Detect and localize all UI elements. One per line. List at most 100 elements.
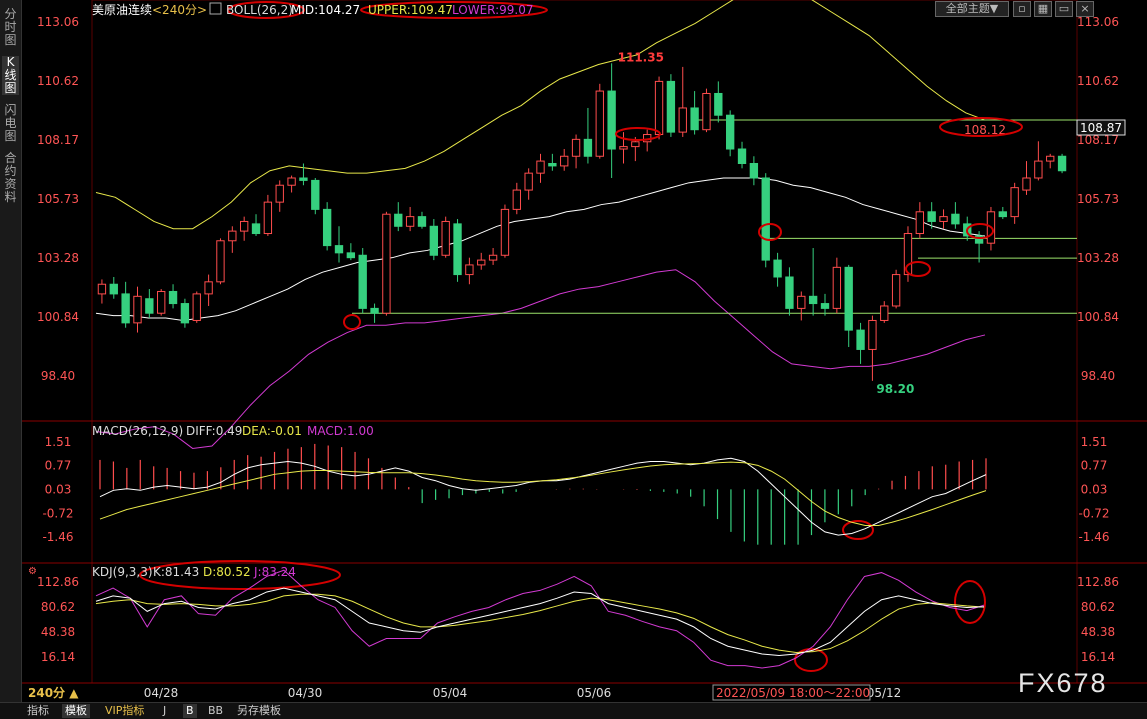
candle-body	[405, 216, 415, 227]
left-sidebar: 分时图 K线图 闪电图 合约资料	[0, 0, 22, 702]
macd-tick-right: -1.46	[1078, 530, 1109, 544]
close-icon[interactable]: ×	[1076, 1, 1094, 17]
macd-tick-right: 0.77	[1081, 459, 1108, 473]
price-tick-right: 105.73	[1077, 192, 1119, 206]
theme-select-button[interactable]: 全部主题▼	[935, 1, 1009, 17]
candle-body	[417, 216, 427, 227]
bottom-toolbar: 指标 模板 VIP指标 J B BB 另存模板	[0, 702, 1147, 719]
macd-tick-left: 0.77	[45, 459, 72, 473]
candle-body	[702, 92, 711, 131]
candle-body	[334, 245, 344, 254]
save-template-button[interactable]: 另存模板	[234, 704, 284, 718]
candle-body	[346, 252, 356, 259]
candle-body	[311, 179, 320, 210]
candle-body	[358, 254, 367, 309]
candle-body	[619, 146, 628, 150]
candle-body	[370, 307, 379, 314]
candle-body	[322, 208, 332, 247]
window-maximize-icon[interactable]: ▭	[1055, 1, 1073, 17]
price-tick-left: 108.17	[37, 133, 79, 147]
candle-body	[832, 266, 842, 309]
header-lower: LOWER:99.07	[452, 3, 534, 17]
candle-body	[287, 177, 296, 186]
candle-body	[773, 259, 782, 278]
macd-tick-left: -1.46	[42, 530, 73, 544]
candle-body	[477, 259, 486, 266]
candle-body	[263, 201, 273, 235]
candle-body	[725, 114, 735, 150]
candle-body	[192, 293, 201, 321]
candle-body	[737, 148, 747, 165]
candle-body	[690, 107, 699, 131]
candle-body	[856, 329, 865, 350]
candle-body	[785, 276, 794, 309]
candle-body	[951, 213, 960, 225]
price-tick-right: 110.62	[1077, 74, 1119, 88]
macd-tick-right: 1.51	[1081, 435, 1108, 449]
price-tick-right: 100.84	[1077, 310, 1119, 324]
tab-contract-info[interactable]: 合约资料	[2, 152, 19, 204]
date-label: 05/06	[577, 686, 612, 700]
price-tick-left: 105.73	[37, 192, 79, 206]
price-tick-left: 110.62	[37, 74, 79, 88]
candle-body	[239, 220, 249, 232]
candle-body	[109, 283, 118, 295]
tab-flash-label: 闪电图	[4, 103, 17, 143]
kdj-tick-left: 112.86	[37, 575, 79, 589]
candle-body	[133, 295, 142, 324]
price-tick-left: 103.28	[37, 251, 79, 265]
candle-body	[500, 208, 510, 256]
candle-body	[1022, 177, 1031, 191]
candle-body	[488, 254, 498, 261]
candle-body	[394, 213, 403, 227]
candle-body	[168, 290, 178, 305]
tab-timeshare[interactable]: 分时图	[2, 8, 19, 47]
candle-body	[1010, 187, 1019, 218]
vip-indicator-button[interactable]: VIP指标	[102, 704, 147, 718]
header-upper: UPPER:109.47	[368, 3, 453, 17]
candle-body	[631, 141, 640, 148]
candle-body	[216, 240, 225, 283]
candle-body	[891, 274, 901, 307]
macd-dea-value: DEA:-0.01	[242, 424, 302, 438]
candle-body	[666, 80, 676, 133]
macd-macd-value: MACD:1.00	[307, 424, 374, 438]
candle-body	[536, 160, 545, 174]
candle-body	[97, 283, 107, 295]
grid-layout-icon[interactable]: ▦	[1034, 1, 1052, 17]
candle-body	[548, 163, 557, 167]
watermark-logo: FX678	[1018, 668, 1108, 698]
tab-kline[interactable]: K线图	[2, 56, 19, 95]
tab-flash[interactable]: 闪电图	[2, 104, 19, 143]
candle-body	[820, 303, 830, 309]
cursor-time-label: 2022/05/09 18:00～22:00	[716, 686, 870, 700]
j-button[interactable]: J	[160, 704, 169, 718]
window-restore-icon[interactable]: ▫	[1013, 1, 1031, 17]
high-price-label: 111.35	[618, 50, 664, 64]
b-button[interactable]: B	[183, 704, 197, 718]
date-label: 04/28	[144, 686, 179, 700]
template-button[interactable]: 模板	[62, 704, 90, 718]
price-tick-left: 98.40	[41, 369, 75, 383]
price-tick-right: 98.40	[1081, 369, 1115, 383]
date-label: 05/04	[433, 686, 468, 700]
candle-body	[1034, 160, 1043, 179]
indicator-button[interactable]: 指标	[24, 704, 52, 718]
header-symbol: 美原油连续	[92, 2, 152, 17]
candle-body	[654, 80, 664, 136]
candle-body	[844, 266, 853, 331]
macd-tick-right: 0.03	[1081, 482, 1108, 496]
candle-body	[251, 223, 261, 235]
candle-body	[429, 225, 439, 256]
price-tag-text: 108.87	[1080, 121, 1122, 135]
candle-body	[761, 177, 770, 261]
candle-body	[453, 223, 462, 276]
header-boll-name: BOLL(26,2)	[226, 3, 293, 17]
candle-body	[749, 163, 759, 179]
candle-body	[607, 90, 616, 150]
kdj-k-value: K:81.43	[153, 565, 199, 579]
bb-button[interactable]: BB	[205, 704, 226, 718]
candle-body	[204, 281, 213, 295]
date-label: 05/12	[867, 686, 902, 700]
kdj-tick-right: 112.86	[1077, 575, 1119, 589]
